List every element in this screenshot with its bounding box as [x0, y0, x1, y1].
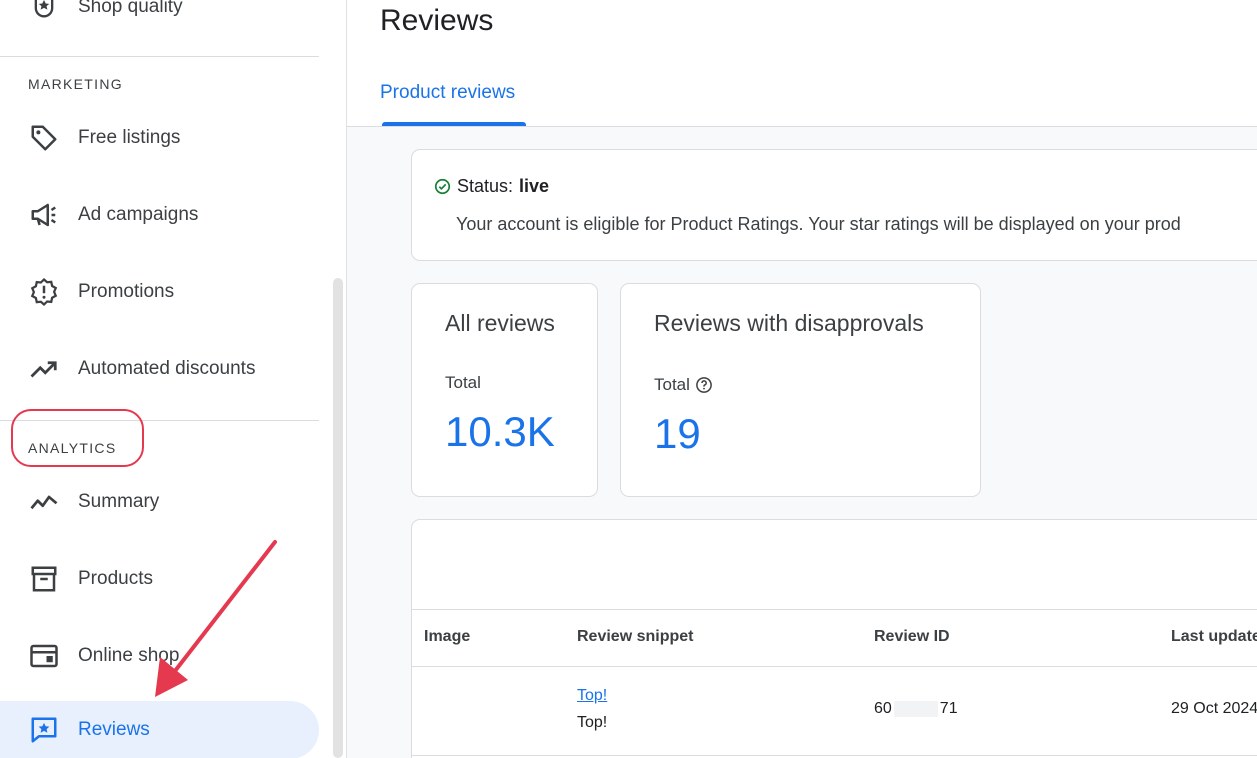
sidebar-item-ad-campaigns[interactable]: Ad campaigns [0, 186, 319, 244]
sidebar-item-label: Automated discounts [78, 358, 256, 379]
sidebar-item-label: Free listings [78, 127, 181, 148]
promotion-badge-icon [29, 277, 59, 307]
sidebar-item-reviews[interactable]: Reviews [0, 701, 319, 758]
sidebar-item-online-shop[interactable]: Online shop [0, 627, 319, 685]
column-header-image[interactable]: Image [424, 628, 470, 646]
tab-product-reviews[interactable]: Product reviews [380, 82, 515, 104]
divider [412, 666, 1257, 667]
divider [0, 56, 319, 57]
megaphone-icon [29, 200, 59, 230]
stat-title: Reviews with disapprovals [654, 310, 924, 336]
stat-subtitle: Total [445, 373, 481, 393]
sidebar-item-label: Promotions [78, 281, 175, 302]
status-card: Status: live Your account is eligible fo… [411, 149, 1257, 261]
sidebar-item-products[interactable]: Products [0, 550, 319, 608]
sidebar-item-label: Products [78, 568, 153, 589]
column-header-last-update[interactable]: Last update [1171, 628, 1257, 646]
stat-subtitle-text: Total [445, 373, 481, 392]
stat-value: 10.3K [445, 408, 555, 455]
divider [412, 755, 1257, 756]
sidebar-item-free-listings[interactable]: Free listings [0, 109, 319, 167]
line-chart-icon [29, 487, 59, 517]
shop-quality-icon [29, 0, 59, 22]
sidebar-item-label: Ad campaigns [78, 204, 199, 225]
sidebar-item-label: Shop quality [78, 0, 183, 17]
tab-active-indicator [382, 122, 526, 126]
status-description: Your account is eligible for Product Rat… [456, 214, 1181, 234]
reviews-table: Image Review snippet Review ID Last upda… [411, 519, 1257, 758]
archive-box-icon [29, 564, 59, 594]
sidebar-item-promotions[interactable]: Promotions [0, 263, 319, 321]
status-value: live [519, 176, 550, 196]
status-row: Status: live [434, 176, 549, 197]
review-id-end: 71 [939, 700, 958, 717]
online-shop-icon [29, 641, 59, 671]
review-id-start: 60 [874, 700, 892, 717]
review-id: 60 71 [874, 700, 958, 718]
status-label: Status: [457, 176, 514, 196]
divider [0, 420, 319, 421]
sidebar-item-automated-discounts[interactable]: Automated discounts [0, 340, 319, 398]
sidebar: Shop quality MARKETING Free listings Ad … [0, 0, 346, 758]
check-circle-icon [434, 178, 451, 195]
review-snippet-text: Top! [577, 714, 608, 731]
review-snippet-link[interactable]: Top! [577, 687, 607, 704]
stat-value: 19 [654, 410, 701, 457]
stat-card-all-reviews[interactable]: All reviews Total 10.3K [411, 283, 598, 497]
main-content: Reviews Product reviews Status: live You… [347, 0, 1257, 758]
sidebar-item-label: Reviews [78, 719, 150, 740]
column-header-review-id[interactable]: Review ID [874, 628, 950, 646]
sidebar-scrollbar[interactable] [333, 278, 343, 758]
last-update-date: 29 Oct 2024 [1171, 700, 1257, 717]
help-icon[interactable] [695, 376, 713, 394]
trending-up-icon [29, 354, 59, 384]
column-header-review-snippet[interactable]: Review snippet [577, 628, 693, 646]
tag-icon [29, 123, 59, 153]
stat-subtitle: Total [654, 375, 713, 395]
section-label-marketing: MARKETING [28, 76, 123, 92]
sidebar-item-summary[interactable]: Summary [0, 473, 319, 531]
table-toolbar [412, 520, 1257, 610]
page-title: Reviews [380, 4, 494, 37]
redacted-block [893, 700, 938, 717]
stat-card-disapprovals[interactable]: Reviews with disapprovals Total 19 [620, 283, 981, 497]
sidebar-item-label: Summary [78, 491, 160, 512]
section-label-analytics: ANALYTICS [28, 440, 117, 456]
page-header: Reviews Product reviews [347, 0, 1257, 127]
sidebar-item-shop-quality[interactable]: Shop quality [0, 0, 319, 36]
stat-title: All reviews [445, 310, 555, 336]
sidebar-item-label: Online shop [78, 645, 180, 666]
stat-subtitle-text: Total [654, 375, 690, 394]
reviews-star-icon [29, 715, 59, 745]
